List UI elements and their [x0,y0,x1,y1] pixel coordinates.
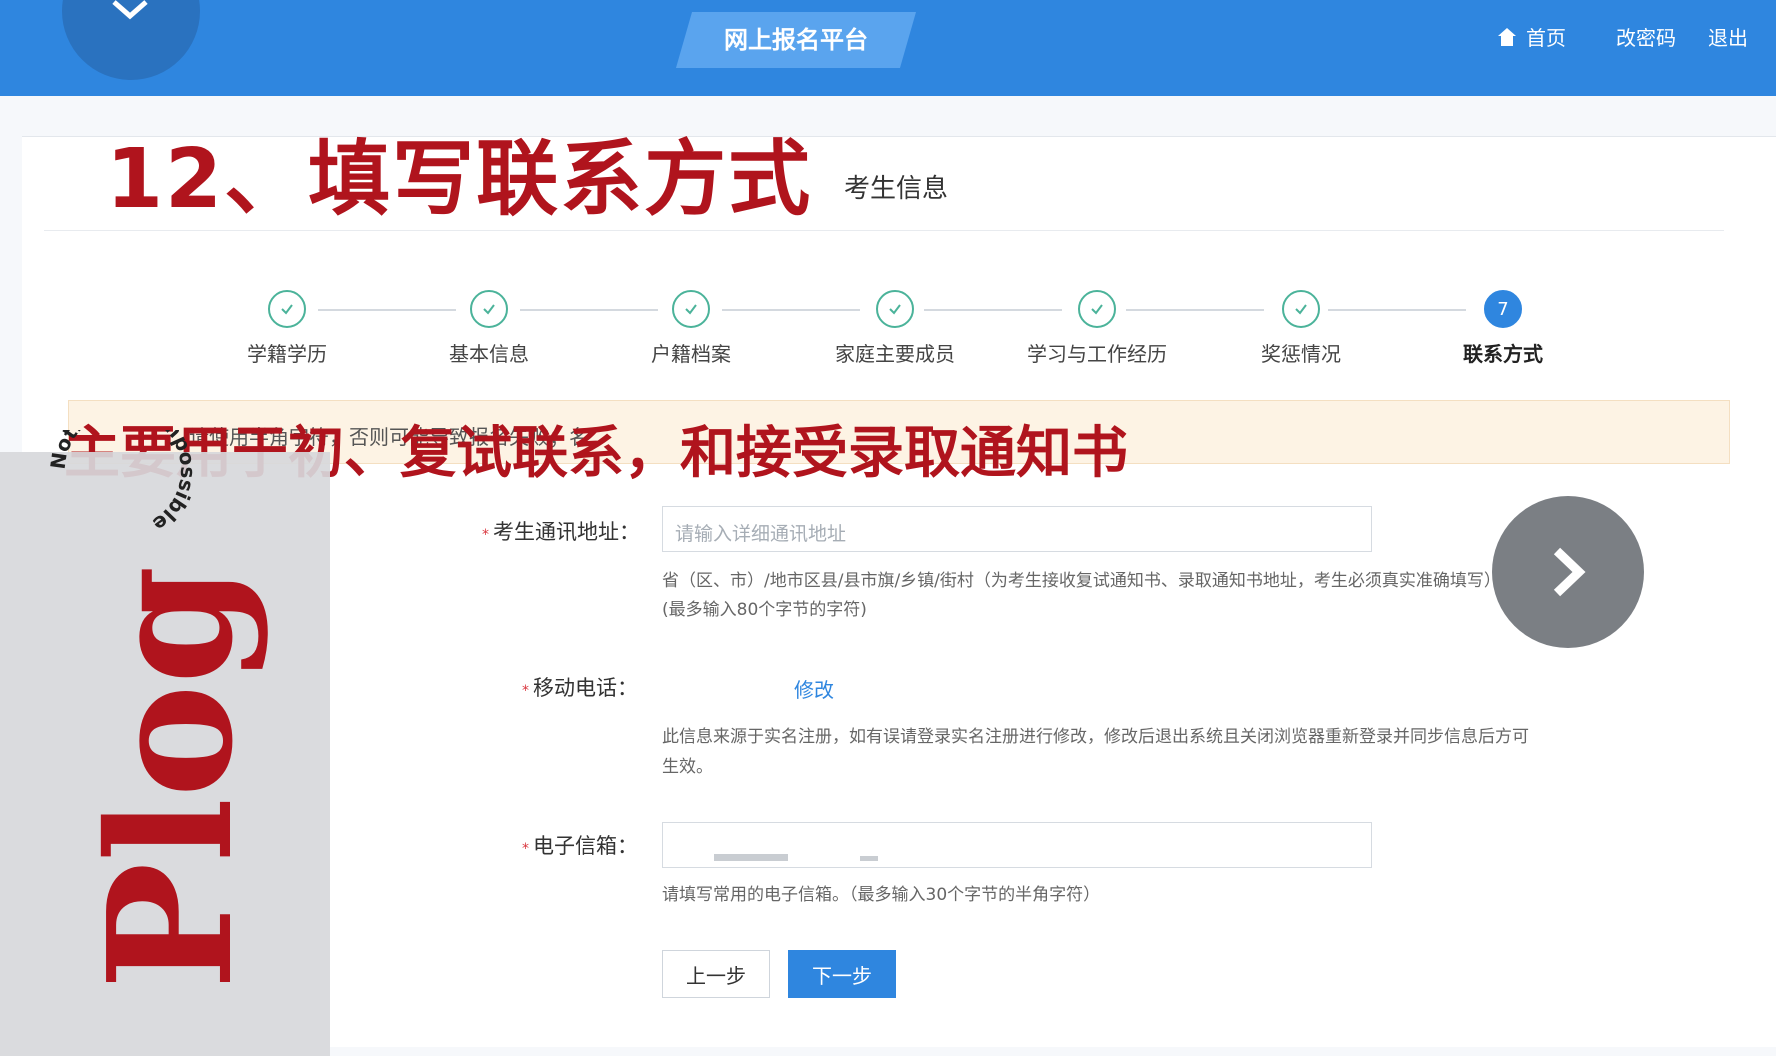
step-connector [318,309,456,311]
chevron-logo-icon [112,0,148,20]
step-5-done [1078,290,1116,328]
email-label: * 电子信箱： [522,830,638,860]
mobile-label: * 移动电话： [522,672,638,702]
previous-step-button[interactable]: 上一步 [662,950,770,998]
nav-change-password[interactable]: 改密码 [1616,22,1676,51]
mobile-label-text: 移动电话： [533,676,638,700]
step-2-done [470,290,508,328]
address-placeholder: 请输入详细通讯地址 [675,523,847,545]
check-icon [1091,304,1103,315]
redacted-value [714,854,788,861]
step-4-done [876,290,914,328]
platform-title: 网上报名平台 [724,26,868,54]
watermark-plog-text: Plog [71,565,271,990]
mobile-help: 此信息来源于实名注册，如有误请登录实名注册进行修改，修改后退出系统且关闭浏览器重… [662,727,1529,747]
address-input[interactable]: 请输入详细通讯地址 [662,506,1372,552]
step-7-active: 7 [1484,290,1522,328]
address-label-text: 考生通讯地址： [493,520,640,544]
step-label: 家庭主要成员 [835,342,955,366]
step-label: 学习与工作经历 [1027,342,1167,366]
step-connector [722,309,860,311]
step-label: 户籍档案 [651,342,731,366]
step-label: 基本信息 [449,342,529,366]
step-label: 学籍学历 [247,342,327,366]
svg-text:Nothing is impossible: Nothing is impossible [46,430,201,537]
chevron-right-icon [1553,547,1586,597]
watermark-circle-text: Nothing is impossible [46,430,201,537]
step-1-done [268,290,306,328]
step-connector [1126,309,1264,311]
plog-watermark: Nothing is impossible Plog [46,430,271,990]
nav-home[interactable]: 首页 [1496,22,1566,51]
address-label: * 考生通讯地址： [482,516,640,546]
divider [44,230,1724,231]
email-input[interactable] [662,822,1372,868]
address-help: 省（区、市）/地市区县/县市旗/乡镇/街村（为考生接收复试通知书、录取通知书地址… [662,571,1501,591]
required-marker: * [522,683,529,699]
check-icon [685,304,697,315]
step-connector [924,309,1062,311]
step-connector [520,309,658,311]
next-slide-button[interactable] [1492,496,1644,648]
logo [62,0,200,80]
next-step-button[interactable]: 下一步 [788,950,896,998]
mobile-help-2: 生效。 [662,757,713,777]
top-navigation-bar: 网上报名平台 首页 改密码 退出 [0,0,1776,96]
required-marker: * [522,841,529,857]
email-help: 请填写常用的电子信箱。（最多输入30个字节的半角字符） [662,885,1101,905]
redacted-value [860,856,878,861]
edit-mobile-link[interactable]: 修改 [794,674,834,703]
check-icon [1295,304,1307,315]
check-icon [889,304,901,315]
step-3-done [672,290,710,328]
required-marker: * [482,527,489,543]
address-help-limit: (最多输入80个字节的字符) [662,600,867,620]
step-label-active: 联系方式 [1463,342,1543,366]
email-label-text: 电子信箱： [533,834,638,858]
step-connector [1328,309,1466,311]
check-icon [483,304,495,315]
check-icon [281,304,293,315]
section-title: 考生信息 [844,174,949,204]
nav-home-label: 首页 [1526,26,1566,50]
step-label: 奖惩情况 [1261,342,1341,366]
home-icon [1498,27,1516,46]
step-6-done [1282,290,1320,328]
overlay-step-title: 12、填写联系方式 [106,132,813,227]
nav-logout[interactable]: 退出 [1708,22,1748,51]
